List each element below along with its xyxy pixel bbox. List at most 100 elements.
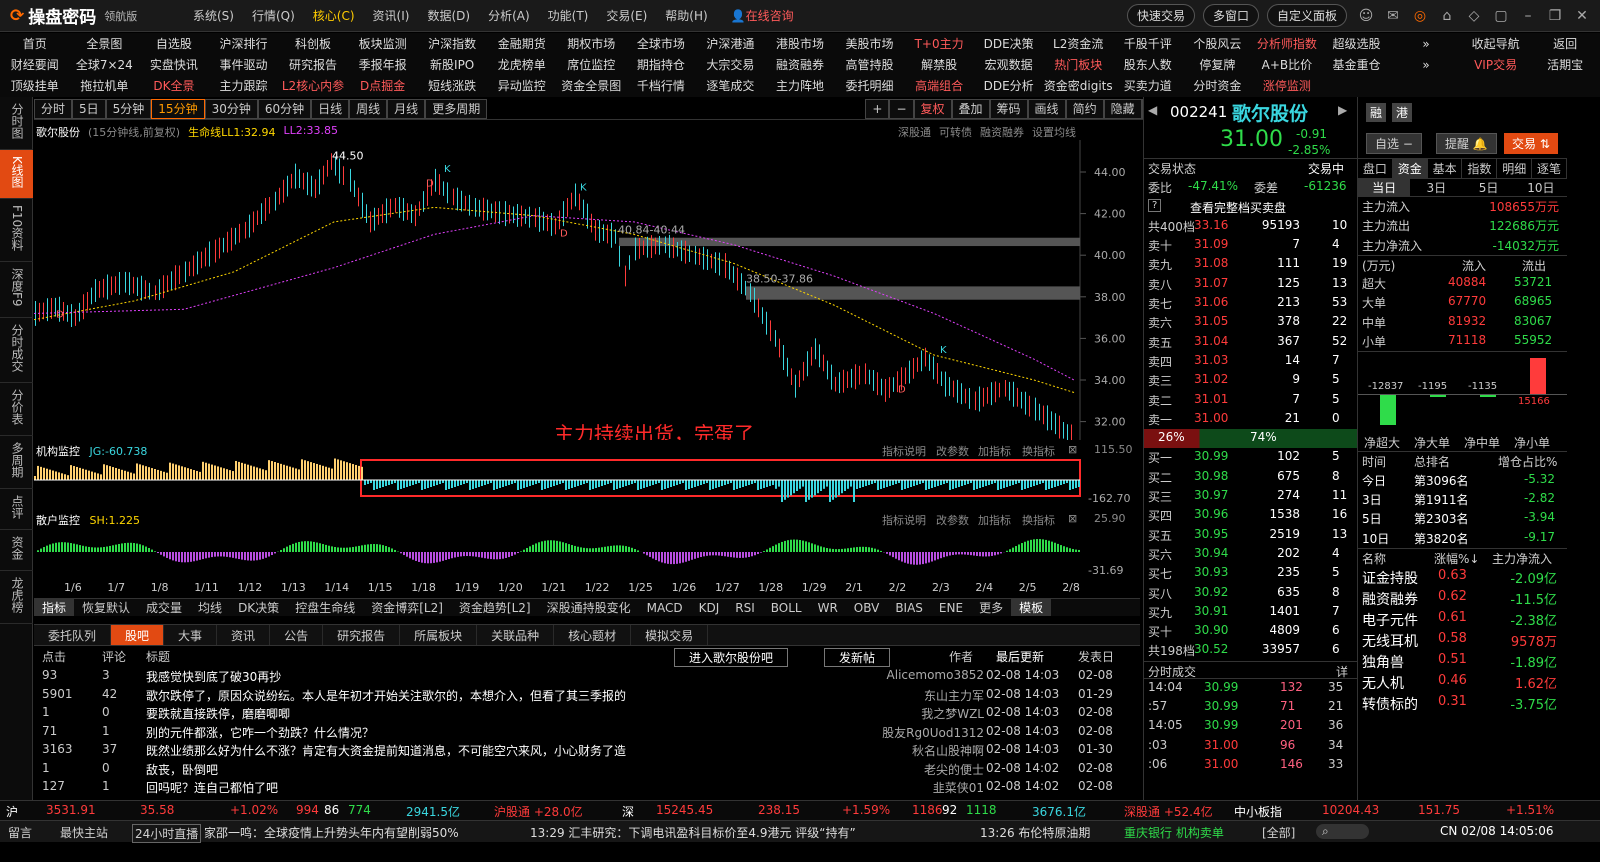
- nav-item[interactable]: »: [1391, 37, 1461, 51]
- nav-item[interactable]: 新股IPO: [417, 56, 487, 73]
- fund-tab[interactable]: 基本: [1428, 159, 1463, 178]
- nav-item[interactable]: 活期宝: [1530, 56, 1600, 73]
- forum-row[interactable]: 5901 42 歌尔跌停了，原因众说纷纭。本人是年初才开始关注歌尔的，本想介入，但看…: [34, 686, 1140, 705]
- sector-row[interactable]: 电子元件 0.61 -2.38亿: [1358, 609, 1567, 630]
- next-stock-icon[interactable]: ▶: [1338, 103, 1347, 117]
- new-post-button[interactable]: 发新帖: [824, 648, 891, 667]
- indicator-tab[interactable]: 模板: [1011, 599, 1052, 616]
- period-tab[interactable]: 60分钟: [257, 98, 312, 119]
- search-icon[interactable]: ⌕: [1316, 824, 1369, 839]
- trade-button[interactable]: 交易 ⇅: [1504, 133, 1558, 154]
- prev-stock-icon[interactable]: ◀: [1148, 103, 1157, 117]
- indicator-tab[interactable]: 恢复默认: [74, 599, 138, 616]
- indicator-tab[interactable]: KDJ: [691, 599, 728, 616]
- fund-tab[interactable]: 资金: [1392, 159, 1428, 178]
- indicator-tab[interactable]: 资金博弈[L2]: [363, 599, 451, 616]
- nav-item[interactable]: 停复牌: [1183, 56, 1253, 73]
- bottom-tab[interactable]: 模拟交易: [631, 625, 709, 645]
- menu-2[interactable]: 核心(C): [313, 7, 355, 24]
- view-tab[interactable]: 深度F9: [0, 262, 33, 318]
- link-cb[interactable]: 可转债: [939, 124, 972, 140]
- nav-item[interactable]: 主力阵地: [765, 77, 835, 94]
- close-icon[interactable]: ✕: [1574, 8, 1590, 24]
- ticks-detail-button[interactable]: 详: [1336, 663, 1348, 680]
- stock-news[interactable]: 重庆银行 机构卖单: [1124, 824, 1224, 841]
- nav-item[interactable]: 资金密digits: [1043, 77, 1113, 94]
- forum-row[interactable]: 1 0 要跌就直接跌停，磨磨唧唧 我之梦WZL 02-08 14:03 02-08: [34, 704, 1140, 723]
- forum-row[interactable]: 3163 37 既然业绩那么好为什么不涨？肯定有大资金提前知道消息，不可能空穴来风，…: [34, 741, 1140, 760]
- nav-item[interactable]: 实盘快讯: [139, 56, 209, 73]
- full-book-row[interactable]: ? 查看完整档买卖盘: [1144, 198, 1357, 217]
- forum-row[interactable]: 93 3 我感觉快到底了破30再抄 Alicemomo3852 02-08 14:03 0…: [34, 667, 1140, 686]
- live-24h-button[interactable]: 24小时直播: [132, 824, 202, 843]
- nav-item[interactable]: 解禁股: [904, 56, 974, 73]
- period-tab[interactable]: 5日: [72, 98, 106, 119]
- nav-item[interactable]: 分析师指数: [1252, 35, 1322, 52]
- enter-forum-button[interactable]: 进入歌尔股份吧: [674, 648, 789, 667]
- sector-row[interactable]: 无人机 0.46 1.62亿: [1358, 672, 1567, 693]
- nav-item[interactable]: DK全景: [139, 77, 209, 94]
- indicator-tab[interactable]: ENE: [931, 599, 971, 616]
- indicator-tab[interactable]: 资金趋势[L2]: [451, 599, 539, 616]
- forum-row[interactable]: 127 1 回吗呢？连自己都怕了吧 韭菜侠01 02-08 14:02 02-08: [34, 778, 1140, 797]
- period-tab[interactable]: 更多周期: [425, 98, 488, 119]
- zoom-in-button[interactable]: +: [865, 98, 890, 119]
- menu-3[interactable]: 资讯(I): [373, 7, 410, 24]
- nav-item[interactable]: DDE决策: [974, 35, 1044, 52]
- menu-8[interactable]: 帮助(H): [665, 7, 707, 24]
- home-icon[interactable]: ⌂: [1439, 8, 1455, 24]
- nav-item[interactable]: 高端组合: [904, 77, 974, 94]
- view-tab[interactable]: 分时成交: [0, 318, 33, 383]
- hide-button[interactable]: 隐藏: [1103, 98, 1142, 119]
- view-tab[interactable]: 资金: [0, 530, 33, 571]
- link-sgt[interactable]: 深股通: [898, 124, 931, 140]
- zoom-out-button[interactable]: −: [889, 98, 914, 119]
- nav-item[interactable]: 自选股: [139, 35, 209, 52]
- help-icon[interactable]: ?: [1148, 198, 1162, 212]
- nav-item[interactable]: 分时资金: [1183, 77, 1253, 94]
- nav-item[interactable]: 顶级挂单: [0, 77, 70, 94]
- sector-row[interactable]: 独角兽 0.51 -1.89亿: [1358, 651, 1567, 672]
- nav-item[interactable]: 期权市场: [557, 35, 627, 52]
- nav-item[interactable]: 金融期货: [487, 35, 557, 52]
- nav-item[interactable]: 异动监控: [487, 77, 557, 94]
- nav-item[interactable]: 委托明细: [835, 77, 905, 94]
- nav-item[interactable]: 沪深港通: [696, 35, 766, 52]
- watchlist-button[interactable]: 自选 −: [1366, 133, 1422, 154]
- news-item[interactable]: 家邵一鸣：全球疫情上升势头年内有望削弱50%: [204, 824, 459, 841]
- nav-item[interactable]: A+B比价: [1252, 56, 1322, 73]
- window-icon[interactable]: ▢: [1493, 8, 1509, 24]
- menu-5[interactable]: 分析(A): [488, 7, 530, 24]
- nav-item[interactable]: 个股风云: [1183, 35, 1253, 52]
- nav-item[interactable]: 融资融券: [765, 56, 835, 73]
- period-tab[interactable]: 30分钟: [204, 98, 258, 119]
- adjust-button[interactable]: 复权: [913, 98, 952, 119]
- period-tab[interactable]: 5分钟: [105, 98, 152, 119]
- nav-item[interactable]: DDE分析: [974, 77, 1044, 94]
- nav-item[interactable]: 首页: [0, 35, 70, 52]
- nav-item[interactable]: VIP交易: [1461, 56, 1531, 73]
- indicator-tab[interactable]: 控盘生命线: [287, 599, 363, 616]
- bottom-tab[interactable]: 股吧: [111, 625, 165, 645]
- indicator-tab[interactable]: MACD: [639, 599, 691, 616]
- full-book-link[interactable]: 查看完整档买卖盘: [1190, 199, 1286, 216]
- bottom-tab[interactable]: 大事: [164, 625, 218, 645]
- period-tab[interactable]: 15分钟: [151, 98, 205, 119]
- view-tab[interactable]: 多周期: [0, 436, 33, 489]
- nav-item[interactable]: 事件驱动: [209, 56, 279, 73]
- link-ma-settings[interactable]: 设置均线: [1032, 124, 1076, 140]
- menu-4[interactable]: 数据(D): [427, 7, 470, 24]
- kline-chart[interactable]: 44.00 42.00 40.00 38.00 36.00 34.00 32.00 44.50…: [34, 140, 1140, 440]
- indicator-tab[interactable]: RSI: [727, 599, 763, 616]
- news-item[interactable]: 13:29 汇丰研究：下调电讯盈科目标价至4.9港元 评级“持有”: [530, 824, 856, 841]
- nav-item[interactable]: 千档行情: [626, 77, 696, 94]
- consult-link[interactable]: 👤在线咨询: [731, 7, 794, 24]
- all-news-button[interactable]: [全部]: [1262, 824, 1295, 841]
- view-tab[interactable]: 分时图: [0, 97, 33, 150]
- restore-icon[interactable]: ❐: [1547, 8, 1563, 24]
- nav-item[interactable]: 全景图: [70, 35, 140, 52]
- col-updated[interactable]: 最后更新: [996, 648, 1044, 665]
- view-tab[interactable]: F10资料: [0, 199, 33, 263]
- fastest-server-button[interactable]: 最快主站: [60, 824, 108, 841]
- view-tab[interactable]: K线图: [0, 150, 33, 199]
